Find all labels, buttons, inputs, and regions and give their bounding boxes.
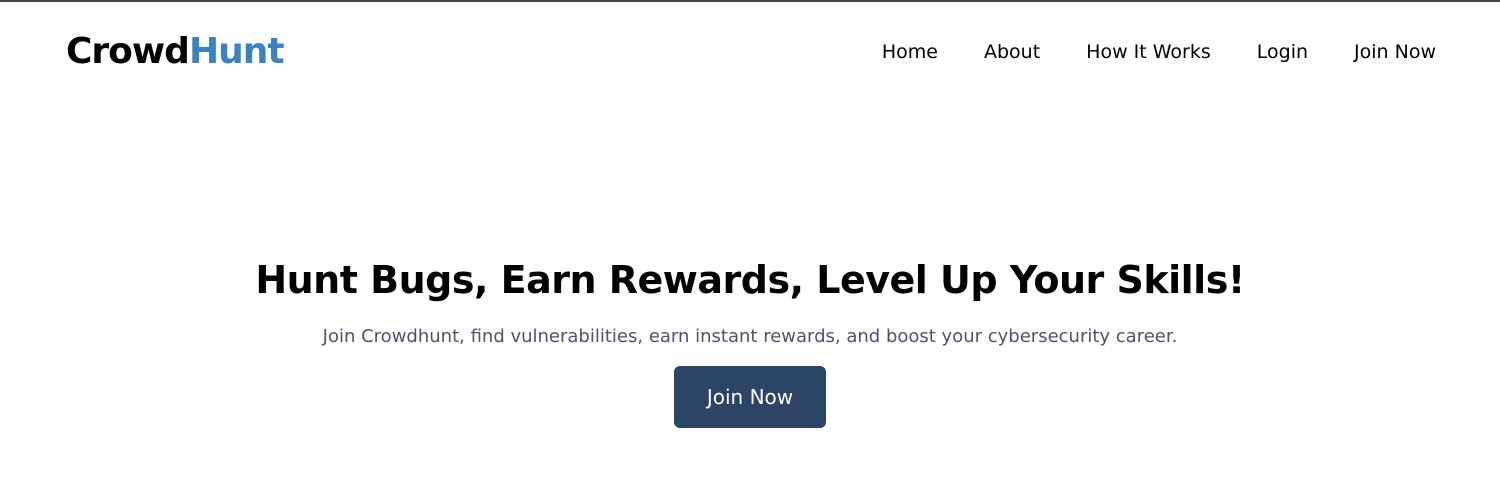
nav-link-login[interactable]: Login bbox=[1257, 38, 1308, 66]
nav-link-about[interactable]: About bbox=[984, 38, 1040, 66]
nav-link-join-now[interactable]: Join Now bbox=[1354, 38, 1436, 66]
hero-section: Hunt Bugs, Earn Rewards, Level Up Your S… bbox=[0, 252, 1500, 428]
brand-logo[interactable]: CrowdHunt bbox=[66, 30, 285, 74]
brand-logo-part2: Hunt bbox=[188, 31, 285, 72]
nav-links: Home About How It Works Login Join Now bbox=[882, 38, 1436, 66]
nav-link-how-it-works[interactable]: How It Works bbox=[1086, 38, 1211, 66]
hero-title: Hunt Bugs, Earn Rewards, Level Up Your S… bbox=[255, 258, 1245, 302]
nav-link-home[interactable]: Home bbox=[882, 38, 938, 66]
hero-subtitle: Join Crowdhunt, find vulnerabilities, ea… bbox=[322, 326, 1178, 347]
brand-logo-part1: Crowd bbox=[66, 31, 190, 72]
page: CrowdHunt Home About How It Works Login … bbox=[0, 0, 1500, 500]
join-now-button[interactable]: Join Now bbox=[674, 366, 826, 428]
navbar: CrowdHunt Home About How It Works Login … bbox=[0, 2, 1500, 106]
